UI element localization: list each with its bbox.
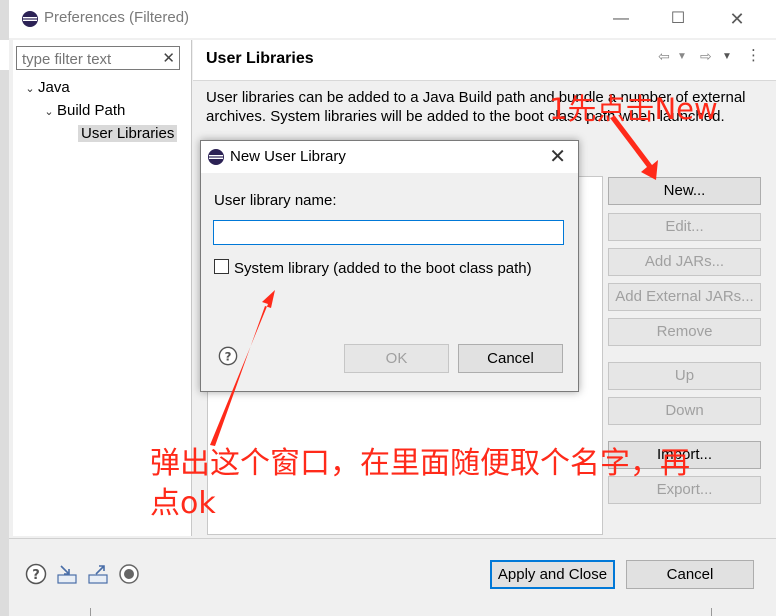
dialog-title: New User Library xyxy=(230,148,346,165)
filter-field[interactable]: ✕ xyxy=(16,46,180,70)
dialog-body: User library name: System library (added… xyxy=(201,173,578,391)
forward-icon[interactable]: ⇨ xyxy=(700,48,712,65)
tree-item-label: Build Path xyxy=(57,102,126,119)
window-title: Preferences (Filtered) xyxy=(44,9,190,26)
export-icon[interactable] xyxy=(87,563,109,585)
maximize-button[interactable]: ☐ xyxy=(667,8,689,30)
minimize-button[interactable]: — xyxy=(610,8,632,30)
system-library-checkbox[interactable] xyxy=(214,259,229,274)
dialog-cancel-button[interactable]: Cancel xyxy=(458,344,563,373)
library-name-label: User library name: xyxy=(214,192,337,209)
view-menu-icon[interactable]: ⋮ xyxy=(746,46,761,64)
new-user-library-dialog: New User Library ✕ User library name: Sy… xyxy=(200,140,579,392)
annotation-click-new: 1先点击New xyxy=(549,92,718,126)
dialog-title-bar: New User Library ✕ xyxy=(201,141,578,173)
page-title: User Libraries xyxy=(206,50,314,67)
svg-text:?: ? xyxy=(32,568,40,583)
forward-menu-icon[interactable]: ▼ xyxy=(722,51,732,62)
back-icon[interactable]: ⇦ xyxy=(658,48,670,65)
tree-item-user-libraries[interactable]: User Libraries xyxy=(78,123,178,145)
cancel-button[interactable]: Cancel xyxy=(626,560,754,589)
tree-item-build-path[interactable]: ⌄ Build Path xyxy=(41,100,125,122)
help-icon[interactable]: ? xyxy=(25,563,47,585)
system-library-option[interactable]: System library (added to the boot class … xyxy=(214,259,532,277)
tree-item-java[interactable]: ⌄ Java xyxy=(22,77,70,100)
tree-item-label: User Libraries xyxy=(78,125,178,142)
record-icon[interactable] xyxy=(118,563,140,585)
eclipse-app-icon xyxy=(208,149,224,165)
background-window-edge xyxy=(0,0,9,616)
add-external-jars-button[interactable]: Add External JARs... xyxy=(608,283,761,311)
up-button[interactable]: Up xyxy=(608,362,761,390)
back-menu-icon[interactable]: ▼ xyxy=(677,51,687,62)
apply-and-close-button[interactable]: Apply and Close xyxy=(490,560,615,589)
filter-input[interactable] xyxy=(20,48,160,70)
library-name-field[interactable] xyxy=(213,220,564,245)
chevron-down-icon[interactable]: ⌄ xyxy=(41,101,57,123)
tree-item-label: Java xyxy=(38,79,70,96)
new-button[interactable]: New... xyxy=(608,177,761,205)
help-icon[interactable]: ? xyxy=(218,346,238,366)
chevron-down-icon[interactable]: ⌄ xyxy=(22,78,38,100)
annotation-dialog-instruction-cont: 点ok xyxy=(150,486,216,521)
clear-filter-icon[interactable]: ✕ xyxy=(162,49,175,67)
annotation-dialog-instruction: 弹出这个窗口，在里面随便取个名字，再 xyxy=(150,446,690,481)
remove-button[interactable]: Remove xyxy=(608,318,761,346)
window-bottom-edge xyxy=(90,608,712,616)
down-button[interactable]: Down xyxy=(608,397,761,425)
add-jars-button[interactable]: Add JARs... xyxy=(608,248,761,276)
ok-button[interactable]: OK xyxy=(344,344,449,373)
import-icon[interactable] xyxy=(56,563,78,585)
svg-text:?: ? xyxy=(225,350,232,364)
library-name-input[interactable] xyxy=(217,222,561,245)
system-library-label: System library (added to the boot class … xyxy=(234,260,532,277)
edit-button[interactable]: Edit... xyxy=(608,213,761,241)
bottom-separator xyxy=(9,538,776,539)
dialog-close-icon[interactable]: ✕ xyxy=(549,144,566,169)
close-button[interactable]: ✕ xyxy=(726,8,748,30)
eclipse-app-icon xyxy=(22,11,38,27)
